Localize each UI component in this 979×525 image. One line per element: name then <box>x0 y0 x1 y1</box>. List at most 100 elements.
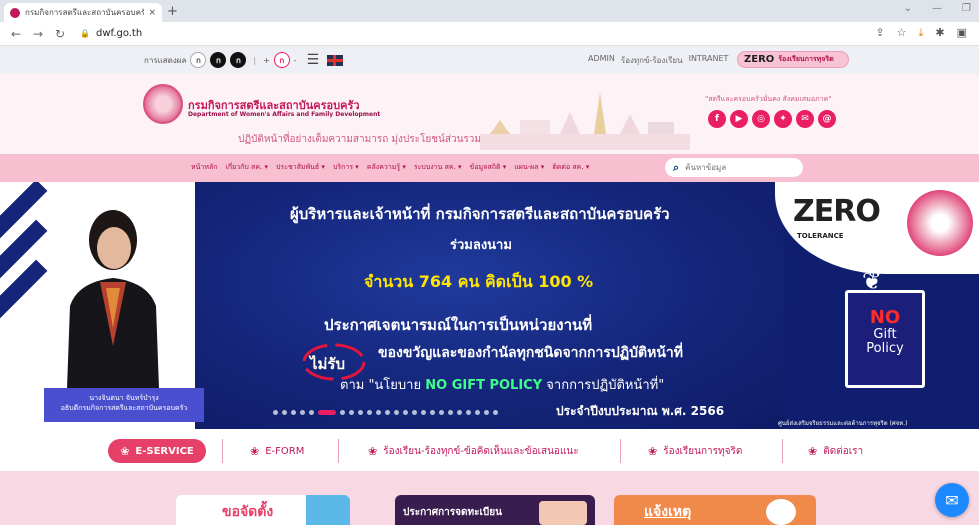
contrast-high-button[interactable]: ก <box>230 52 247 68</box>
carousel-dot[interactable] <box>367 410 372 415</box>
top-links: ADMIN ร้องทุกข์-ร้องเรียน INTRANET <box>588 54 728 67</box>
nav-item-pr[interactable]: ประชาสัมพันธ์ ▾ <box>276 162 325 173</box>
complaint-link[interactable]: ร้องทุกข์-ร้องเรียน <box>621 54 683 67</box>
complaint-tab[interactable]: ❀ ร้องเรียน-ร้องทุกข์-ข้อคิดเห็นและข้อเส… <box>368 439 579 463</box>
carousel-dot[interactable] <box>282 410 287 415</box>
extensions-icon[interactable]: ✱ <box>935 26 944 40</box>
download-icon[interactable]: ⤓ <box>919 26 924 40</box>
site-favicon-icon <box>10 7 20 18</box>
contrast-dark-button[interactable]: ก <box>210 52 227 68</box>
carousel-dot[interactable] <box>457 410 462 415</box>
nav-item-statistics[interactable]: ข้อมูลสถิติ ▾ <box>470 162 507 173</box>
display-label: การแสดงผล <box>144 55 187 65</box>
banner-footer-text: ศูนย์ส่งเสริมจริยธรรมและต่อต้านการทุจริต… <box>778 420 908 427</box>
nav-item-systems[interactable]: ระบบงาน สค. ▾ <box>414 162 462 173</box>
email-icon[interactable]: @ <box>818 110 836 128</box>
carousel-dot[interactable] <box>430 410 435 415</box>
carousel-dot[interactable] <box>349 410 354 415</box>
forward-arrow-icon[interactable]: → <box>32 27 44 41</box>
nav-item-about[interactable]: เกี่ยวกับ สค. ▾ <box>225 162 268 173</box>
carousel-dot[interactable] <box>376 410 381 415</box>
url-text: dwf.go.th <box>95 28 143 39</box>
carousel-dot[interactable] <box>291 410 296 415</box>
contrast-normal-button[interactable]: ก <box>190 52 207 68</box>
nav-item-plans[interactable]: แผน-ผล ▾ <box>514 162 544 173</box>
carousel-dot[interactable] <box>403 410 408 415</box>
e-service-tab[interactable]: ❀ E-SERVICE <box>108 439 206 463</box>
request-establishment-card[interactable]: ขอจัดตั้ง <box>176 495 350 525</box>
minimize-icon[interactable]: — <box>932 3 942 14</box>
browser-tab[interactable]: กรมกิจการสตรีและสถาบันครอบครัว × <box>4 3 162 22</box>
corruption-report-tab[interactable]: ❀ ร้องเรียนการทุจริต <box>648 439 742 463</box>
e-form-tab[interactable]: ❀ E-FORM <box>250 439 304 463</box>
reload-icon[interactable]: ↻ <box>54 27 66 41</box>
carousel-dot[interactable] <box>439 410 444 415</box>
banner-count: จำนวน 764 คน คิดเป็น 100 % <box>364 272 594 291</box>
tab-close-icon[interactable]: × <box>148 8 156 18</box>
carousel-dot-active[interactable] <box>318 410 336 415</box>
carousel-dot[interactable] <box>493 410 498 415</box>
zero-corruption-button[interactable]: ZERO ร้องเรียนการทุจริต <box>737 51 849 68</box>
font-decrease-button[interactable]: - <box>294 56 297 65</box>
carousel-dot[interactable] <box>484 410 489 415</box>
registration-announcement-title: ประกาศการจดทะเบียน <box>403 507 502 518</box>
share-icon[interactable]: ⇪ <box>875 26 884 40</box>
banner-headline: ผู้บริหารและเจ้าหน้าที่ กรมกิจการสตรีและ… <box>290 205 670 223</box>
carousel-dot[interactable] <box>273 410 278 415</box>
main-navigation: หน้าหลัก เกี่ยวกับ สค. ▾ ประชาสัมพันธ์ ▾… <box>0 154 979 182</box>
hero-banner[interactable]: นางจินตนา จันทร์บำรุง อธิบดีกรมกิจการสตร… <box>0 182 979 429</box>
url-field[interactable]: 🔒 dwf.go.th <box>80 28 142 39</box>
carousel-dot[interactable] <box>421 410 426 415</box>
facebook-icon[interactable]: f <box>708 110 726 128</box>
search-input[interactable] <box>685 163 786 172</box>
search-icon[interactable]: ⌕ <box>673 161 679 175</box>
carousel-dot[interactable] <box>300 410 305 415</box>
report-incident-card[interactable]: แจ้งเหตุ <box>614 495 816 525</box>
font-normal-button[interactable]: ก <box>273 52 290 68</box>
carousel-dot[interactable] <box>412 410 417 415</box>
uk-flag-icon[interactable] <box>327 54 344 66</box>
carousel-dot[interactable] <box>394 410 399 415</box>
temple-skyline-illustration <box>480 92 690 150</box>
nav-item-home[interactable]: หน้าหลัก <box>191 162 217 173</box>
carousel-dot[interactable] <box>475 410 480 415</box>
admin-link[interactable]: ADMIN <box>588 54 615 67</box>
carousel-dot[interactable] <box>385 410 390 415</box>
nav-item-knowledge[interactable]: คลังความรู้ ▾ <box>367 162 406 173</box>
menu-icon[interactable]: ☰ <box>307 52 320 68</box>
registration-announcement-card[interactable]: ประกาศการจดทะเบียน <box>395 495 595 525</box>
report-incident-title: แจ้งเหตุ <box>644 504 692 520</box>
intranet-link[interactable]: INTRANET <box>689 54 729 67</box>
font-increase-button[interactable]: + <box>263 56 270 65</box>
header-tagline: ปฏิบัติหน้าที่อย่างเต็มความสามารถ มุ่งปร… <box>238 134 481 145</box>
lotus-icon: ❀ <box>808 444 818 458</box>
carousel-dot[interactable] <box>340 410 345 415</box>
e-form-label: E-FORM <box>265 445 305 457</box>
executive-panel: นางจินตนา จันทร์บำรุง อธิบดีกรมกิจการสตร… <box>0 182 204 429</box>
carousel-dot[interactable] <box>448 410 453 415</box>
nav-item-services[interactable]: บริการ ▾ <box>333 162 359 173</box>
lotus-icon: ❀ <box>648 444 658 458</box>
instagram-icon[interactable]: ◎ <box>752 110 770 128</box>
lock-icon: 🔒 <box>80 29 90 38</box>
search-box: ⌕ <box>665 158 803 177</box>
nav-item-contact[interactable]: ติดต่อ สค. ▾ <box>552 162 589 173</box>
twitter-icon[interactable]: ✦ <box>774 110 792 128</box>
carousel-dot[interactable] <box>466 410 471 415</box>
sidebar-icon[interactable]: ▣ <box>957 26 967 40</box>
youtube-icon[interactable]: ▶ <box>730 110 748 128</box>
contact-label: ติดต่อเรา <box>823 445 864 457</box>
chevron-down-icon[interactable]: ⌄ <box>904 3 912 14</box>
back-arrow-icon[interactable]: ← <box>10 27 22 41</box>
department-seal-icon[interactable] <box>143 84 183 124</box>
star-icon[interactable]: ☆ <box>897 26 907 40</box>
line-icon[interactable]: ✉ <box>796 110 814 128</box>
carousel-dot[interactable] <box>309 410 314 415</box>
messenger-chat-icon[interactable]: ✉ <box>935 483 969 517</box>
zero-corruption-label: ร้องเรียนการทุจริต <box>778 55 834 63</box>
new-tab-button[interactable]: + <box>167 4 178 19</box>
carousel-dot[interactable] <box>358 410 363 415</box>
contact-tab[interactable]: ❀ ติดต่อเรา <box>808 439 863 463</box>
e-service-label: E-SERVICE <box>135 445 194 457</box>
restore-icon[interactable]: ❐ <box>962 3 971 14</box>
